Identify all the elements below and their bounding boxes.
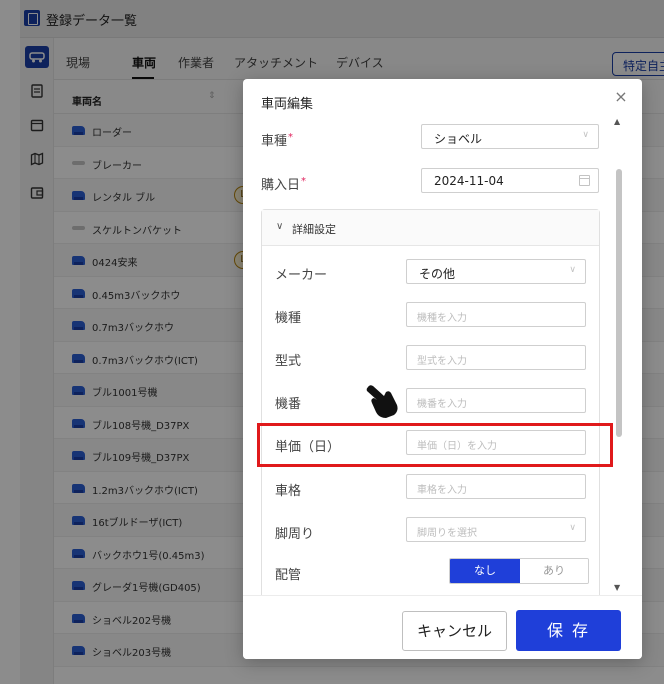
vehicle-type-value: ショベル [434, 132, 483, 146]
purchase-date-picker[interactable]: 2024-11-04 [421, 168, 599, 193]
type-placeholder: 型式を入力 [417, 356, 467, 367]
vehicle-edit-dialog: 車両編集 × 車種* ショベル ∨ 購入日* 2024-11-04 ∨ 詳細設定… [243, 79, 642, 659]
purchase-date-label: 購入日* [261, 176, 307, 193]
dialog-footer: キャンセル 保 存 [243, 595, 642, 659]
chevron-down-icon: ∨ [276, 221, 284, 232]
dialog-scrollbar[interactable]: ▲ ▼ [614, 117, 624, 595]
model-placeholder: 機種を入力 [417, 313, 467, 324]
undercarriage-select[interactable]: 脚周りを選択 ∨ [406, 517, 586, 542]
model-input[interactable]: 機種を入力 [406, 302, 586, 327]
chevron-down-icon: ∨ [569, 523, 576, 533]
calendar-icon [579, 175, 590, 186]
chevron-down-icon: ∨ [569, 265, 576, 275]
purchase-date-value: 2024-11-04 [434, 174, 504, 188]
unit-price-highlight-box [257, 423, 613, 467]
piping-yes-option[interactable]: あり [520, 559, 588, 583]
maker-select[interactable]: その他 ∨ [406, 259, 586, 284]
pointing-hand-icon [364, 381, 402, 419]
close-icon[interactable]: × [613, 89, 629, 105]
type-input[interactable]: 型式を入力 [406, 345, 586, 370]
serial-input[interactable]: 機番を入力 [406, 388, 586, 413]
vehicle-type-select[interactable]: ショベル ∨ [421, 124, 599, 149]
scroll-up-icon[interactable]: ▲ [614, 117, 620, 126]
required-mark: * [288, 132, 294, 143]
piping-label: 配管 [275, 568, 302, 583]
serial-placeholder: 機番を入力 [417, 399, 467, 410]
dialog-title: 車両編集 [261, 97, 314, 112]
chevron-down-icon: ∨ [582, 130, 589, 140]
scrollbar-thumb[interactable] [616, 169, 622, 437]
detail-settings-title: 詳細設定 [292, 223, 336, 236]
model-label: 機種 [275, 311, 302, 326]
class-label: 車格 [275, 484, 302, 499]
serial-label: 機番 [275, 397, 302, 412]
class-placeholder: 車格を入力 [417, 485, 467, 496]
scroll-down-icon[interactable]: ▼ [614, 583, 620, 592]
piping-toggle: なし あり [449, 558, 589, 584]
undercarriage-placeholder: 脚周りを選択 [417, 528, 477, 539]
cancel-button[interactable]: キャンセル [402, 611, 507, 651]
detail-settings-header[interactable]: ∨ 詳細設定 [262, 210, 599, 246]
required-mark: * [301, 176, 307, 187]
class-input[interactable]: 車格を入力 [406, 474, 586, 499]
maker-value: その他 [419, 267, 456, 281]
vehicle-type-label: 車種* [261, 132, 294, 149]
undercarriage-label: 脚周り [275, 527, 315, 542]
type-label: 型式 [275, 354, 302, 369]
piping-none-option[interactable]: なし [450, 559, 520, 583]
save-button[interactable]: 保 存 [516, 610, 621, 651]
maker-label: メーカー [275, 268, 328, 283]
